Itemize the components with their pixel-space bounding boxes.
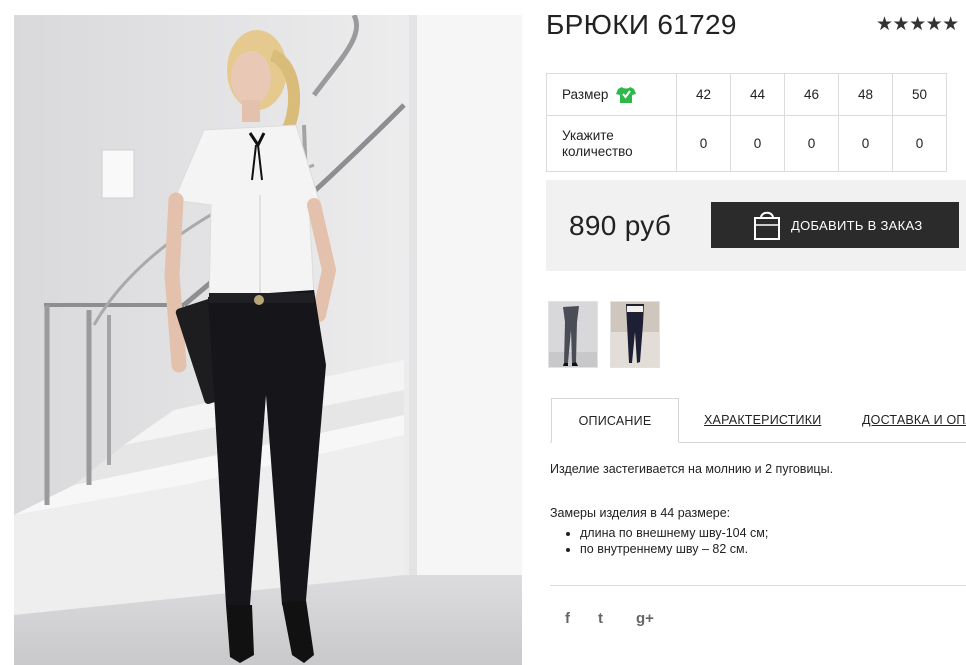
buy-box: 890 руб ДОБАВИТЬ В ЗАКАЗ [546, 180, 966, 271]
product-main-photo[interactable] [14, 15, 522, 665]
google-plus-icon[interactable]: g+ [636, 610, 654, 627]
size-value: 48 [838, 73, 893, 116]
rating-stars[interactable]: ★★★★★ [876, 15, 959, 35]
shopping-bag-icon [753, 209, 781, 241]
description-text: Изделие застегивается на молнию и 2 пуго… [550, 462, 834, 476]
size-value: 46 [784, 73, 839, 116]
size-label-cell: Размер [546, 73, 677, 116]
size-value: 50 [892, 73, 947, 116]
measurements-title: Замеры изделия в 44 размере: [550, 506, 731, 520]
list-item: длина по внешнему шву-104 см; [580, 525, 768, 541]
list-item: по внутреннему шву – 82 см. [580, 541, 768, 557]
twitter-icon[interactable]: t [598, 610, 603, 627]
product-thumbnail[interactable] [548, 301, 598, 368]
facebook-icon[interactable]: f [565, 610, 570, 627]
quantity-row: Укажите количество 0 0 0 0 0 [546, 115, 947, 172]
tab-bar: ОПИСАНИЕ ХАРАКТЕРИСТИКИ ДОСТАВКА И ОПЛ [550, 398, 966, 444]
quantity-input[interactable]: 0 [838, 115, 893, 172]
size-label: Размер [562, 87, 609, 102]
size-quantity-table: Размер 42 44 46 48 50 Укажите количество… [546, 73, 947, 172]
size-row: Размер 42 44 46 48 50 [546, 73, 947, 116]
size-value: 42 [676, 73, 731, 116]
add-to-order-label: ДОБАВИТЬ В ЗАКАЗ [791, 217, 923, 233]
divider [550, 585, 966, 586]
quantity-input[interactable]: 0 [784, 115, 839, 172]
tab-characteristics[interactable]: ХАРАКТЕРИСТИКИ [704, 398, 821, 442]
price: 890 руб [569, 210, 672, 241]
size-value: 44 [730, 73, 785, 116]
add-to-order-button[interactable]: ДОБАВИТЬ В ЗАКАЗ [711, 202, 959, 248]
quantity-input[interactable]: 0 [730, 115, 785, 172]
quantity-input[interactable]: 0 [892, 115, 947, 172]
quantity-input[interactable]: 0 [676, 115, 731, 172]
t-shirt-icon[interactable] [616, 86, 637, 104]
tab-description[interactable]: ОПИСАНИЕ [551, 398, 679, 443]
quantity-label: Укажите количество [546, 115, 677, 172]
tab-delivery-payment[interactable]: ДОСТАВКА И ОПЛ [862, 398, 966, 442]
measurements-list: длина по внешнему шву-104 см; по внутрен… [550, 525, 768, 557]
measurements: Замеры изделия в 44 размере: длина по вн… [550, 505, 768, 557]
product-title: БРЮКИ 61729 [546, 9, 737, 40]
product-thumbnail[interactable] [610, 301, 660, 368]
